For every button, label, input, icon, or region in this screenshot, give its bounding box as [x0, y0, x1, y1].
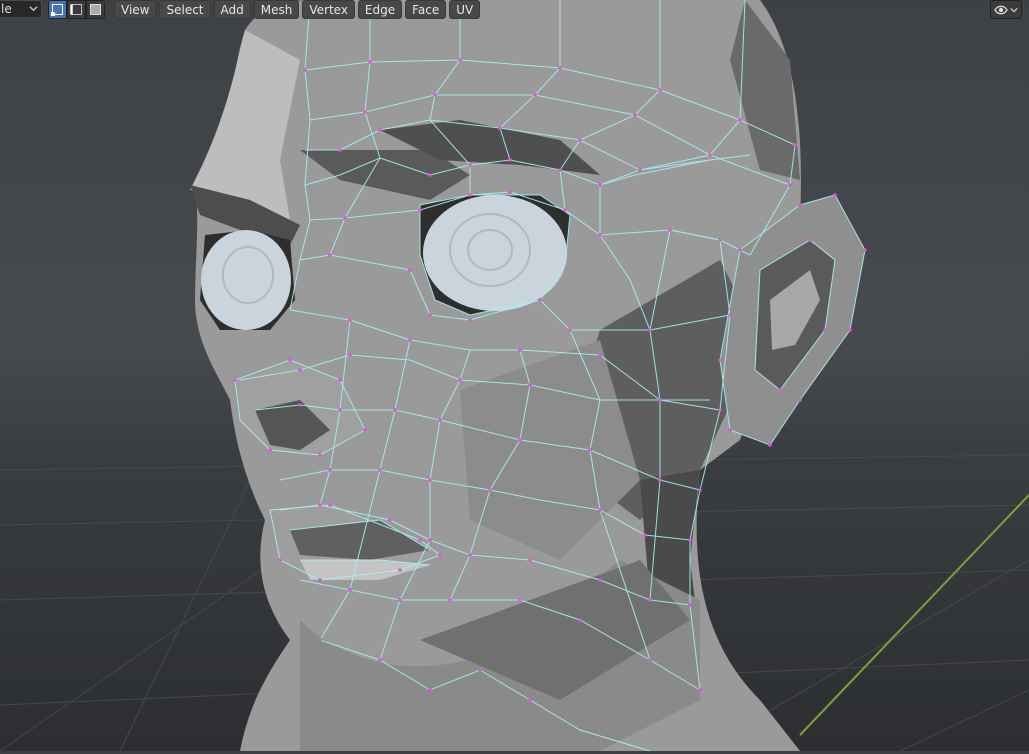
vertex-select-mode-button[interactable]: [48, 0, 67, 19]
face-select-mode-button[interactable]: [86, 0, 105, 19]
menu-uv[interactable]: UV: [449, 0, 481, 19]
menu-vertex[interactable]: Vertex: [302, 0, 355, 19]
3d-viewport[interactable]: [0, 0, 1029, 752]
right-eye: [200, 230, 295, 330]
menu-view[interactable]: View: [114, 0, 157, 19]
menu-face[interactable]: Face: [405, 0, 447, 19]
interaction-mode-select[interactable]: le: [0, 0, 42, 18]
menu-edge[interactable]: Edge: [357, 0, 403, 19]
menu-select[interactable]: Select: [159, 0, 211, 19]
face-select-icon: [90, 4, 101, 15]
viewport-header: le View Select Add Mesh Vertex Edge Face…: [0, 0, 1029, 20]
chevron-down-icon: [1010, 7, 1018, 12]
y-axis-line: [799, 494, 1029, 736]
chevron-down-icon: [29, 6, 38, 12]
vertex-select-icon: [51, 4, 63, 16]
eye-icon: [994, 5, 1008, 14]
edge-select-icon: [70, 4, 82, 15]
header-menus: View Select Add Mesh Vertex Edge Face UV: [114, 0, 481, 19]
interaction-mode-label: le: [1, 2, 12, 16]
menu-add[interactable]: Add: [213, 0, 251, 19]
viewport-canvas: [0, 0, 1029, 752]
select-mode-group: [48, 0, 105, 19]
head-mesh: [190, 0, 867, 752]
edge-select-mode-button[interactable]: [67, 0, 86, 19]
object-visibility-button[interactable]: [990, 0, 1022, 19]
menu-mesh[interactable]: Mesh: [253, 0, 300, 19]
